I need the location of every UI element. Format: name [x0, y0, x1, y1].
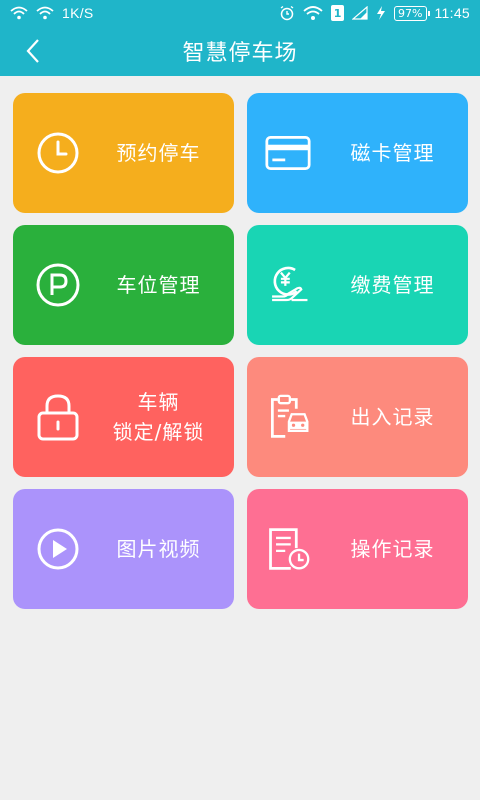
tile-reserve-parking[interactable]: 预约停车	[13, 93, 234, 213]
page-title: 智慧停车场	[182, 41, 298, 66]
wifi-hotspot-icon	[10, 6, 28, 20]
card-icon	[265, 130, 311, 176]
network-speed: 1K/S	[62, 5, 94, 21]
status-right: 1 97% 11:45	[279, 5, 470, 21]
tile-label: 磁卡管理	[350, 141, 435, 165]
tile-label: 车位管理	[116, 273, 201, 297]
tile-label: 出入记录	[350, 405, 435, 429]
function-grid: 预约停车 磁卡管理 车位管理 缴费管理 车辆 锁定/解锁 出入记录 图片视频 操…	[13, 93, 468, 609]
battery-level: 97%	[398, 6, 423, 20]
tile-label-line2: 锁定/解锁	[112, 420, 205, 444]
charging-icon	[376, 6, 386, 20]
clock-time: 11:45	[434, 5, 470, 21]
wifi-signal-icon	[303, 5, 323, 21]
tile-operation-records[interactable]: 操作记录	[247, 489, 468, 609]
tile-space-management[interactable]: 车位管理	[13, 225, 234, 345]
tile-label: 操作记录	[350, 537, 435, 561]
chevron-left-icon	[26, 39, 39, 63]
tile-label: 预约停车	[116, 141, 201, 165]
tile-entry-exit-records[interactable]: 出入记录	[247, 357, 468, 477]
sim-badge: 1	[331, 5, 345, 21]
tile-label: 图片视频	[116, 537, 201, 561]
operation-record-icon	[265, 526, 311, 572]
status-bar: 1K/S 1 97% 11:45	[0, 0, 480, 26]
tile-payment-management[interactable]: 缴费管理	[247, 225, 468, 345]
status-left: 1K/S	[10, 5, 94, 21]
tile-label-line1: 车辆	[137, 390, 180, 414]
cell-signal-icon	[352, 6, 368, 20]
alarm-icon	[279, 5, 295, 21]
back-button[interactable]	[18, 36, 48, 66]
tile-label: 缴费管理	[350, 273, 435, 297]
tile-vehicle-lock[interactable]: 车辆 锁定/解锁	[13, 357, 234, 477]
payment-hand-icon	[265, 262, 311, 308]
parking-icon	[35, 262, 81, 308]
clock-icon	[35, 130, 81, 176]
play-icon	[35, 526, 81, 572]
tile-pictures-videos[interactable]: 图片视频	[13, 489, 234, 609]
tile-card-management[interactable]: 磁卡管理	[247, 93, 468, 213]
app-bar: 智慧停车场	[0, 26, 480, 76]
lock-icon	[35, 394, 81, 441]
wifi-icon	[36, 6, 54, 20]
battery-indicator: 97%	[394, 5, 431, 21]
entry-exit-record-icon	[265, 394, 311, 440]
